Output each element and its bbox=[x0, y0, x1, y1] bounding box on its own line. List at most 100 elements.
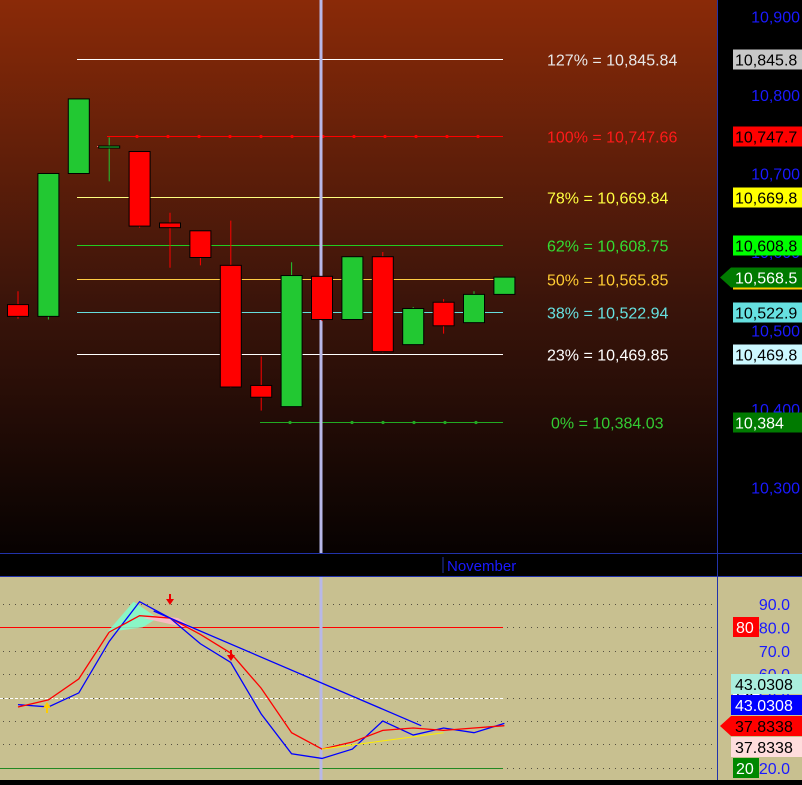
indicator-grid-dot bbox=[315, 604, 316, 605]
indicator-grid-dot bbox=[669, 651, 670, 652]
indicator-grid-dot bbox=[105, 674, 106, 675]
indicator-grid-dot bbox=[21, 604, 22, 605]
indicator-grid-dot bbox=[645, 698, 646, 699]
indicator-grid-dot bbox=[39, 604, 40, 605]
indicator-grid-dot bbox=[549, 744, 550, 745]
indicator-grid-dot bbox=[639, 768, 640, 769]
indicator-grid-dot bbox=[273, 674, 274, 675]
candle-body bbox=[251, 385, 272, 397]
fib-level-dot bbox=[259, 135, 262, 138]
fib-level-dot bbox=[412, 421, 415, 424]
fib-level-badge-label: 10,384 bbox=[735, 416, 784, 433]
indicator-grid-dot bbox=[201, 674, 202, 675]
indicator-grid-dot bbox=[687, 604, 688, 605]
indicator-grid-dot bbox=[579, 651, 580, 652]
indicator-grid-dot bbox=[681, 744, 682, 745]
indicator-grid-dot bbox=[669, 674, 670, 675]
indicator-grid-dot bbox=[69, 651, 70, 652]
indicator-grid-dot bbox=[627, 698, 628, 699]
indicator-grid-dot bbox=[69, 674, 70, 675]
indicator-grid-dot bbox=[483, 721, 484, 722]
indicator-grid-dot bbox=[543, 674, 544, 675]
indicator-grid-dot bbox=[255, 604, 256, 605]
indicator-grid-dot bbox=[291, 604, 292, 605]
indicator-grid-dot bbox=[453, 698, 454, 699]
indicator-grid-dot bbox=[561, 698, 562, 699]
indicator-grid-dot bbox=[489, 604, 490, 605]
indicator-grid-dot bbox=[129, 721, 130, 722]
indicator-grid-dot bbox=[27, 604, 28, 605]
indicator-grid-dot bbox=[627, 627, 628, 628]
indicator-grid-dot bbox=[399, 744, 400, 745]
indicator-grid-dot bbox=[633, 651, 634, 652]
indicator-grid-dot bbox=[291, 651, 292, 652]
indicator-grid-dot bbox=[645, 744, 646, 745]
indicator-grid-dot bbox=[183, 674, 184, 675]
indicator-grid-dot bbox=[597, 674, 598, 675]
indicator-grid-dot bbox=[645, 651, 646, 652]
indicator-grid-dot bbox=[63, 651, 64, 652]
indicator-grid-dot bbox=[411, 604, 412, 605]
indicator-grid-dot bbox=[351, 721, 352, 722]
indicator-grid-dot bbox=[405, 651, 406, 652]
indicator-grid-dot bbox=[387, 651, 388, 652]
indicator-grid-dot bbox=[537, 674, 538, 675]
indicator-grid-dot bbox=[519, 674, 520, 675]
indicator-grid-dot bbox=[705, 651, 706, 652]
indicator-grid-dot bbox=[165, 721, 166, 722]
indicator-grid-dot bbox=[177, 721, 178, 722]
indicator-grid-dot bbox=[201, 651, 202, 652]
indicator-grid-dot bbox=[525, 604, 526, 605]
indicator-grid-dot bbox=[663, 744, 664, 745]
indicator-grid-dot bbox=[633, 627, 634, 628]
chart-canvas: 127% = 10,845.84100% = 10,747.6678% = 10… bbox=[0, 0, 802, 780]
indicator-grid-dot bbox=[87, 604, 88, 605]
indicator-grid-dot bbox=[309, 651, 310, 652]
indicator-grid-dot bbox=[699, 768, 700, 769]
indicator-grid-dot bbox=[135, 674, 136, 675]
indicator-grid-dot bbox=[663, 721, 664, 722]
indicator-grid-dot bbox=[567, 768, 568, 769]
date-axis-label: November bbox=[447, 558, 516, 575]
indicator-grid-dot bbox=[357, 721, 358, 722]
fib-level-label: 38% = 10,522.94 bbox=[547, 306, 669, 323]
indicator-grid-dot bbox=[663, 627, 664, 628]
indicator-grid-dot bbox=[507, 674, 508, 675]
indicator-grid-dot bbox=[669, 698, 670, 699]
indicator-grid-dot bbox=[93, 674, 94, 675]
indicator-grid-dot bbox=[207, 674, 208, 675]
indicator-grid-dot bbox=[693, 721, 694, 722]
indicator-grid-dot bbox=[549, 604, 550, 605]
indicator-grid-dot bbox=[147, 721, 148, 722]
indicator-grid-dot bbox=[507, 698, 508, 699]
indicator-grid-dot bbox=[213, 698, 214, 699]
indicator-grid-dot bbox=[597, 698, 598, 699]
indicator-grid-dot bbox=[657, 674, 658, 675]
indicator-grid-dot bbox=[573, 604, 574, 605]
indicator-grid-dot bbox=[183, 604, 184, 605]
indicator-grid-dot bbox=[675, 744, 676, 745]
indicator-grid-dot bbox=[429, 698, 430, 699]
indicator-grid-dot bbox=[579, 721, 580, 722]
indicator-grid-dot bbox=[501, 744, 502, 745]
indicator-grid-dot bbox=[99, 721, 100, 722]
indicator-grid-dot bbox=[615, 627, 616, 628]
indicator-grid-dot bbox=[609, 744, 610, 745]
indicator-grid-dot bbox=[651, 674, 652, 675]
indicator-grid-dot bbox=[255, 651, 256, 652]
indicator-grid-dot bbox=[21, 674, 22, 675]
indicator-grid-dot bbox=[519, 604, 520, 605]
indicator-grid-dot bbox=[513, 674, 514, 675]
indicator-grid-dot bbox=[237, 721, 238, 722]
indicator-grid-dot bbox=[711, 627, 712, 628]
indicator-grid-dot bbox=[639, 744, 640, 745]
indicator-grid-dot bbox=[639, 651, 640, 652]
indicator-grid-dot bbox=[111, 744, 112, 745]
indicator-grid-dot bbox=[711, 698, 712, 699]
indicator-grid-dot bbox=[381, 674, 382, 675]
price-axis-tick-label: 10,900 bbox=[751, 10, 800, 27]
indicator-grid-dot bbox=[495, 721, 496, 722]
indicator-grid-dot bbox=[483, 651, 484, 652]
indicator-grid-dot bbox=[711, 604, 712, 605]
indicator-grid-dot bbox=[561, 651, 562, 652]
